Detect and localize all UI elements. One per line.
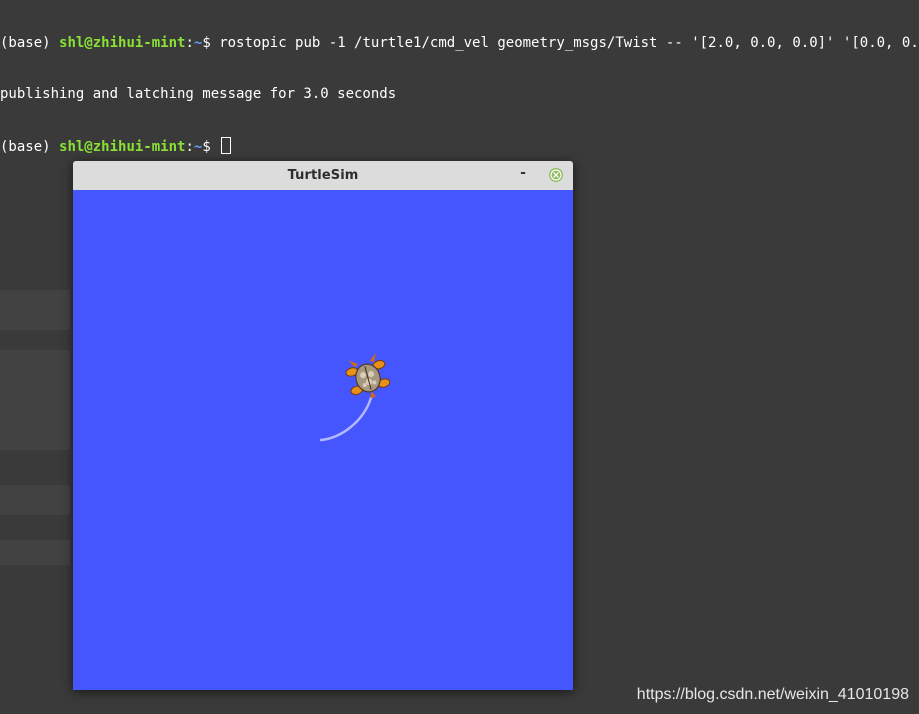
prompt-separator: :: [185, 35, 194, 51]
prompt-user-host: shl@zhihui-mint: [59, 35, 186, 51]
desktop-watermark-bar-3: [0, 485, 70, 515]
prompt-env: (base): [0, 139, 60, 155]
turtlesim-window[interactable]: TurtleSim -: [73, 161, 573, 690]
prompt-user-host: shl@zhihui-mint: [59, 139, 186, 155]
prompt-symbol: $: [202, 35, 220, 51]
minimize-button[interactable]: -: [515, 166, 531, 183]
turtle-trail: [319, 396, 373, 442]
terminal-line-prompt[interactable]: (base) shl@zhihui-mint:~$: [0, 137, 919, 155]
prompt-symbol: $: [202, 139, 220, 155]
desktop-watermark-bar-4: [0, 540, 70, 565]
terminal[interactable]: (base) shl@zhihui-mint:~$ rostopic pub -…: [0, 0, 919, 160]
window-title: TurtleSim: [287, 168, 359, 183]
desktop-watermark-bar-2: [0, 350, 70, 450]
turtlesim-canvas: [73, 190, 573, 690]
close-icon: [550, 169, 562, 181]
prompt-env: (base): [0, 35, 60, 51]
close-button[interactable]: [549, 168, 563, 182]
desktop-watermark-bar-1: [0, 290, 70, 330]
terminal-line-command: (base) shl@zhihui-mint:~$ rostopic pub -…: [0, 35, 919, 52]
canvas-drawing: [319, 353, 391, 442]
terminal-cursor: [221, 137, 232, 154]
turtle-icon: [345, 353, 391, 399]
terminal-line-output: publishing and latching message for 3.0 …: [0, 86, 397, 102]
command-text: rostopic pub -1 /turtle1/cmd_vel geometr…: [219, 35, 919, 51]
prompt-separator: :: [185, 139, 194, 155]
window-titlebar[interactable]: TurtleSim -: [73, 161, 573, 190]
url-watermark: https://blog.csdn.net/weixin_41010198: [636, 686, 909, 703]
